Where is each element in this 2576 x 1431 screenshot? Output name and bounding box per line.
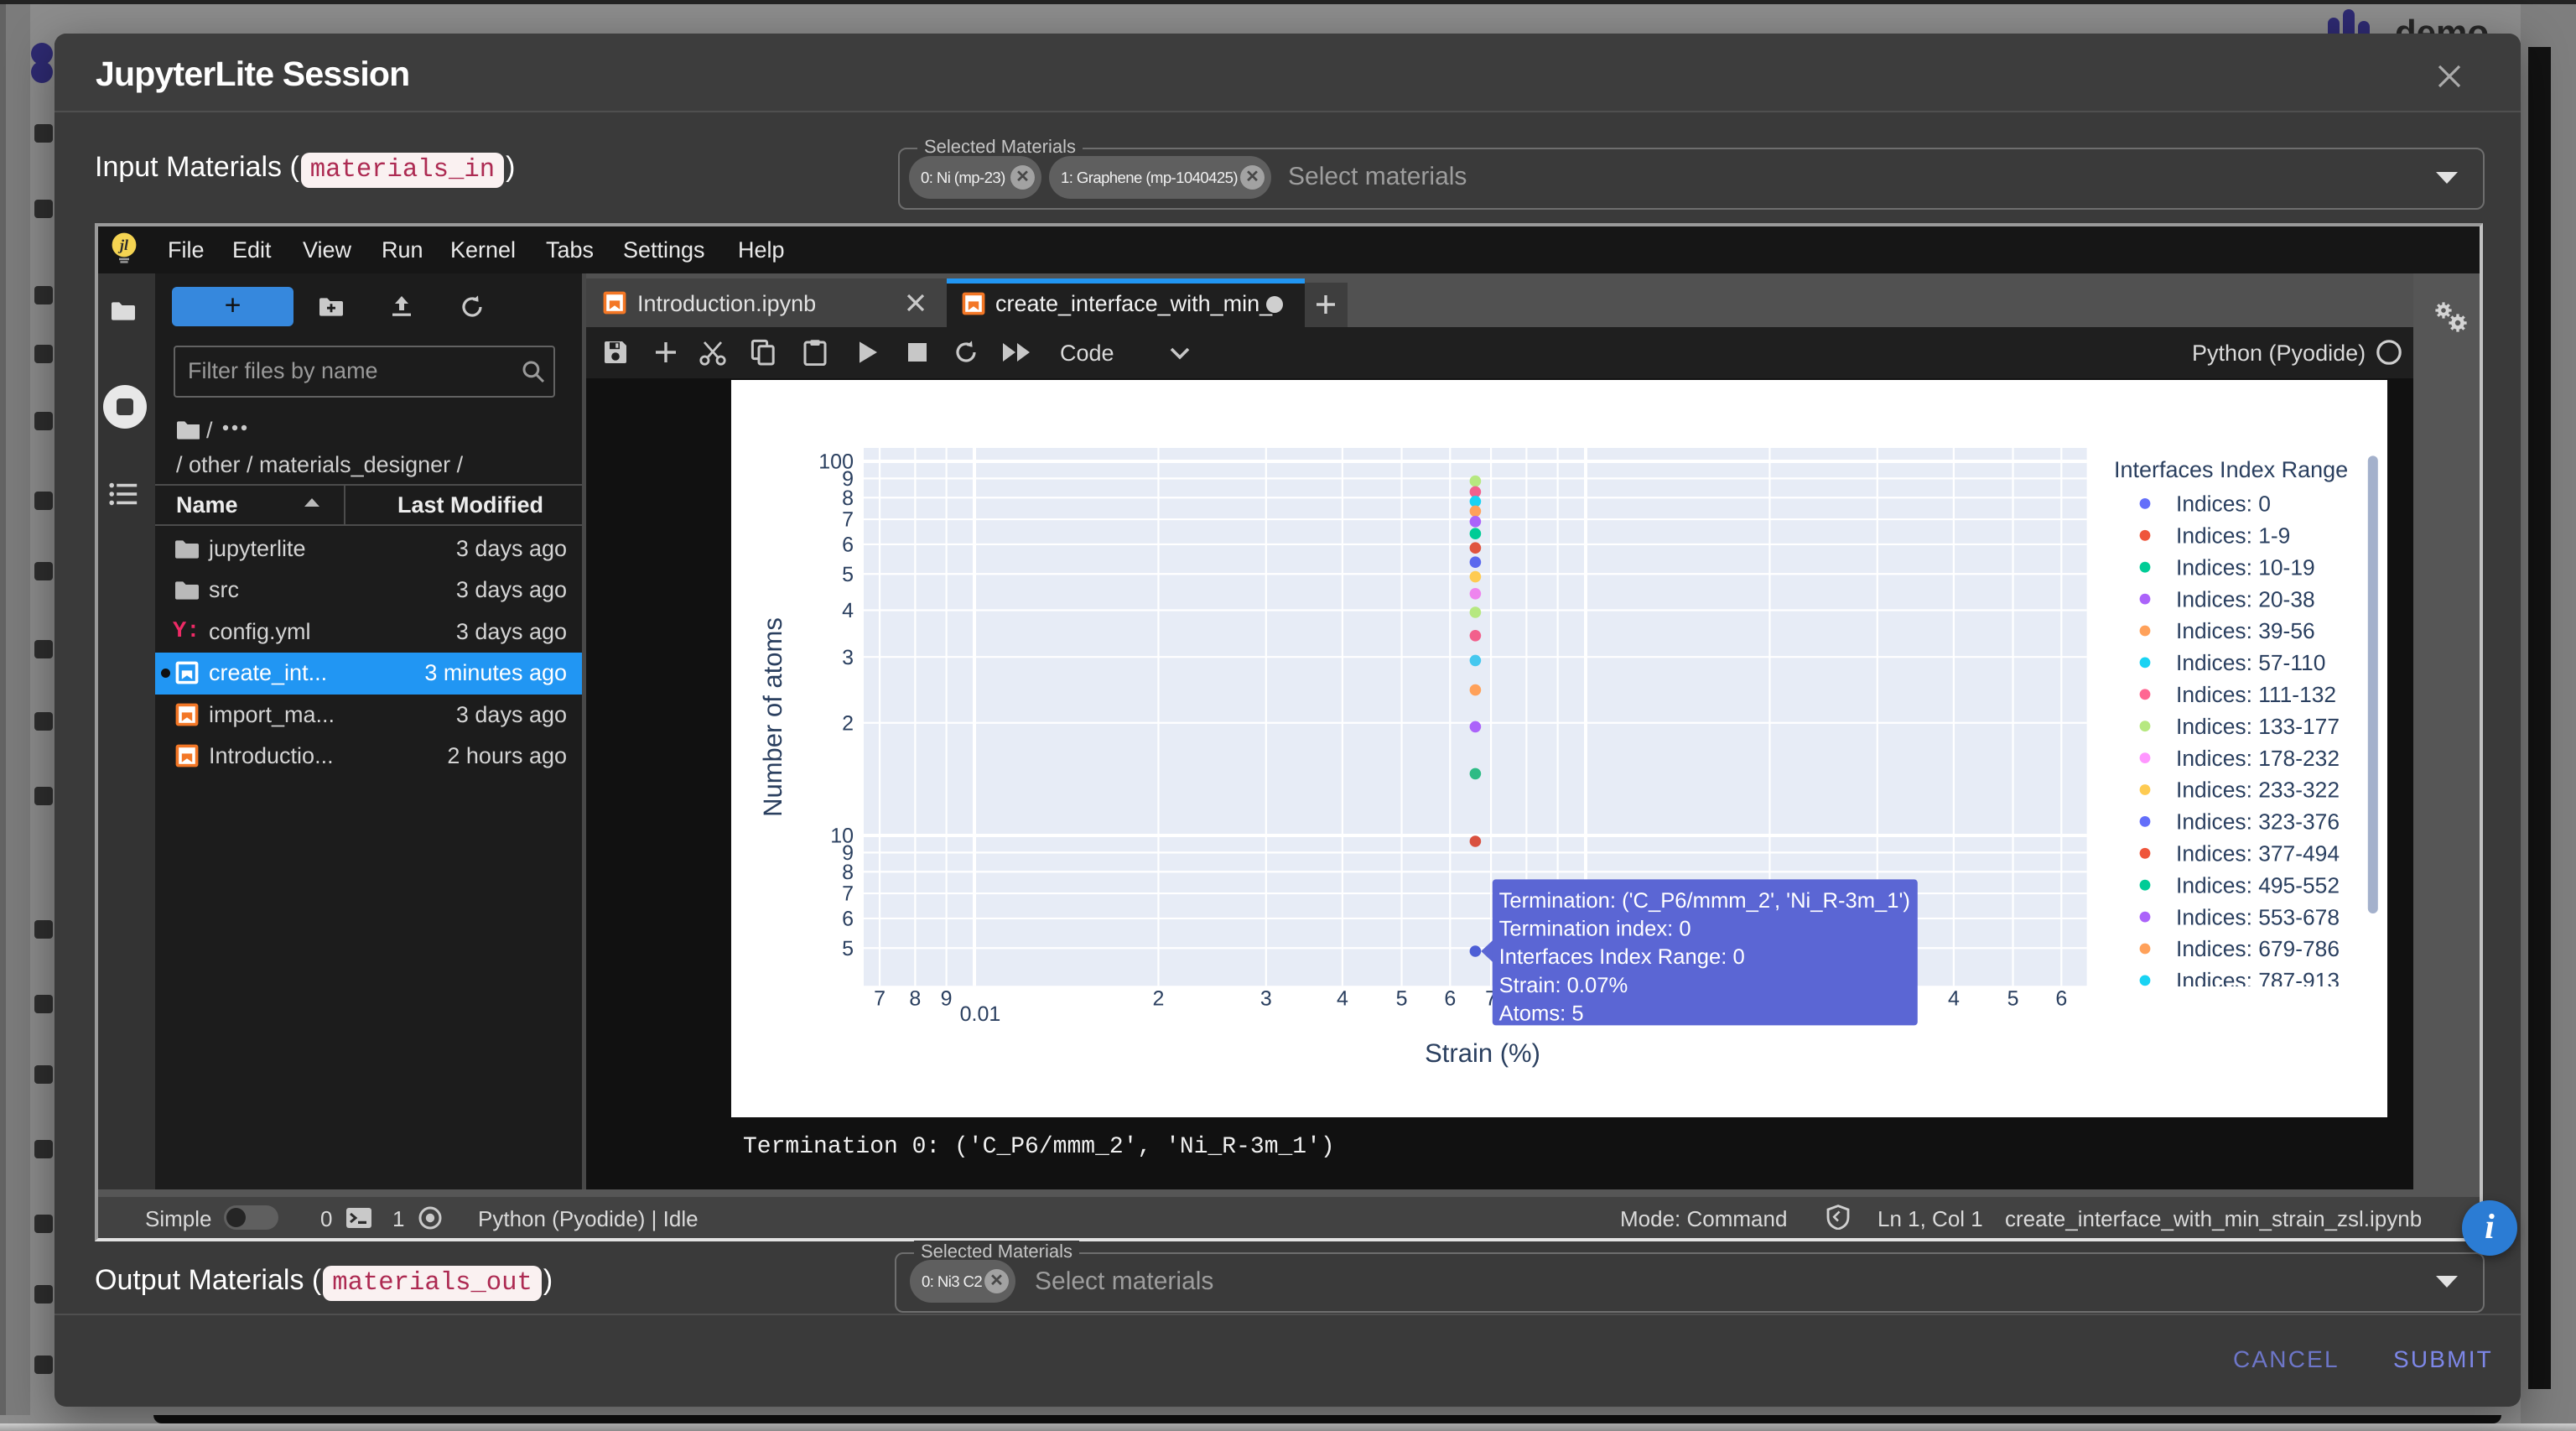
svg-text:Interfaces Index Range: 0: Interfaces Index Range: 0 <box>1499 944 1745 969</box>
svg-text:6: 6 <box>1444 987 1456 1011</box>
svg-text:6: 6 <box>2055 987 2067 1011</box>
svg-text:4: 4 <box>842 599 854 622</box>
svg-text:Indices: 20-38: Indices: 20-38 <box>2176 586 2315 611</box>
svg-text:9: 9 <box>941 987 953 1011</box>
svg-text:6: 6 <box>842 533 854 557</box>
svg-text:Indices: 111-132: Indices: 111-132 <box>2176 682 2336 707</box>
svg-text:4: 4 <box>1948 987 1960 1011</box>
svg-text:Termination index: 0: Termination index: 0 <box>1499 916 1691 941</box>
svg-text:Number of atoms: Number of atoms <box>760 617 788 817</box>
svg-text:Indices: 1-9: Indices: 1-9 <box>2176 523 2290 549</box>
svg-text:Indices: 39-56: Indices: 39-56 <box>2176 618 2315 643</box>
svg-text:Indices: 233-322: Indices: 233-322 <box>2176 778 2340 803</box>
svg-text:3: 3 <box>842 646 854 669</box>
svg-text:Termination: ('C_P6/mmm_2', 'N: Termination: ('C_P6/mmm_2', 'Ni_R-3m_1') <box>1499 887 1910 913</box>
svg-text:Strain (%): Strain (%) <box>1425 1040 1540 1069</box>
svg-text:Indices: 495-552: Indices: 495-552 <box>2176 872 2340 898</box>
svg-text:7: 7 <box>842 882 854 906</box>
svg-text:5: 5 <box>842 937 854 960</box>
svg-text:2: 2 <box>842 711 854 735</box>
svg-text:8: 8 <box>909 987 921 1011</box>
svg-text:5: 5 <box>1396 987 1408 1011</box>
svg-text:Indices: 323-376: Indices: 323-376 <box>2176 809 2340 835</box>
svg-text:Atoms: 5: Atoms: 5 <box>1499 1000 1584 1025</box>
svg-text:7: 7 <box>874 987 886 1011</box>
svg-text:Interfaces Index Range: Interfaces Index Range <box>2114 457 2348 482</box>
svg-text:Strain: 0.07%: Strain: 0.07% <box>1499 972 1628 997</box>
svg-text:8: 8 <box>842 487 854 510</box>
svg-text:7: 7 <box>842 508 854 532</box>
svg-text:Indices: 10-19: Indices: 10-19 <box>2176 554 2315 580</box>
svg-text:8: 8 <box>842 861 854 884</box>
svg-text:Indices: 57-110: Indices: 57-110 <box>2176 650 2325 675</box>
svg-text:Indices: 553-678: Indices: 553-678 <box>2176 904 2340 929</box>
svg-text:Indices: 178-232: Indices: 178-232 <box>2176 746 2340 771</box>
svg-text:5: 5 <box>2007 987 2019 1011</box>
svg-text:3: 3 <box>1260 987 1272 1011</box>
svg-text:4: 4 <box>1337 987 1348 1011</box>
svg-text:Indices: 377-494: Indices: 377-494 <box>2176 841 2340 866</box>
svg-text:Indices: 133-177: Indices: 133-177 <box>2176 714 2340 739</box>
svg-text:demo: demo <box>2395 14 2489 34</box>
svg-text:5: 5 <box>842 563 854 586</box>
svg-text:Indices: 0: Indices: 0 <box>2176 492 2271 517</box>
svg-text:Indices: 679-786: Indices: 679-786 <box>2176 936 2340 961</box>
svg-text:6: 6 <box>842 908 854 931</box>
svg-text:0.01: 0.01 <box>960 1002 1001 1026</box>
svg-text:2: 2 <box>1153 987 1165 1011</box>
